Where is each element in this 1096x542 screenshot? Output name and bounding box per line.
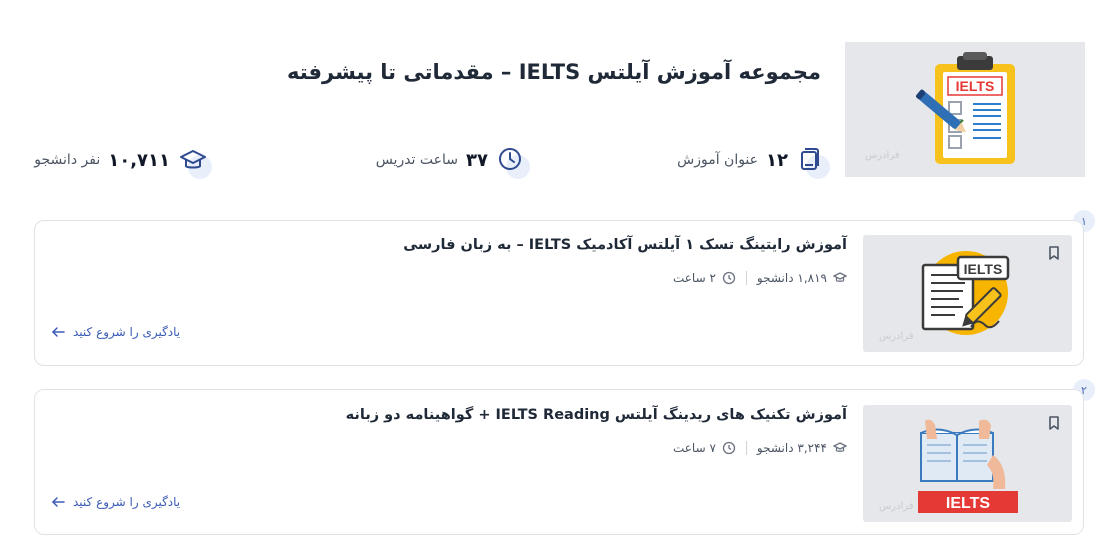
graduation-cap-icon	[833, 442, 847, 452]
collection-thumbnail[interactable]: فرادرس IELTS	[845, 42, 1085, 177]
start-learning-label: یادگیری را شروع کنید	[73, 325, 181, 339]
svg-text:IELTS: IELTS	[964, 261, 1003, 277]
course-title[interactable]: آموزش تکنیک های ریدینگ آیلتس IELTS Readi…	[346, 407, 847, 423]
stat-teaching-hours: ۳۷ ساعت تدریس	[375, 144, 530, 179]
stat-value: ۱۲	[766, 149, 788, 171]
course-duration: ۷ ساعت	[672, 441, 716, 455]
course-students: ۳,۲۴۴ دانشجو	[756, 441, 827, 455]
arrow-left-icon	[51, 497, 65, 507]
svg-text:IELTS: IELTS	[946, 495, 990, 512]
graduation-cap-icon	[833, 272, 847, 282]
course-duration: ۲ ساعت	[672, 271, 716, 285]
course-thumbnail[interactable]: فرادرس IELTS	[863, 235, 1072, 352]
stat-course-count: ۱۲ عنوان آموزش	[677, 144, 830, 179]
clock-icon	[496, 145, 530, 179]
page-title: مجموعه آموزش آیلتس IELTS – مقدماتی تا پی…	[287, 60, 821, 84]
stat-label: نفر دانشجو	[34, 152, 101, 168]
course-thumbnail[interactable]: فرادرس IELTS	[863, 405, 1072, 522]
book-stack-icon	[796, 145, 830, 179]
course-meta: ۳,۲۴۴ دانشجو ۷ ساعت	[673, 441, 847, 455]
stat-label: ساعت تدریس	[375, 152, 459, 168]
course-card[interactable]: فرادرس IELTS آموزش تکنیک های ریدینگ آیلت…	[34, 389, 1084, 535]
start-learning-label: یادگیری را شروع کنید	[73, 495, 181, 509]
bookmark-icon[interactable]	[1045, 414, 1063, 432]
clock-icon	[722, 441, 736, 455]
svg-text:IELTS: IELTS	[956, 78, 995, 94]
course-title[interactable]: آموزش رایتینگ تسک ۱ آیلتس آکادمیک IELTS …	[403, 237, 847, 253]
stat-student-count: ۱۰,۷۱۱ نفر دانشجو	[34, 144, 212, 179]
graduation-cap-icon	[178, 145, 212, 179]
start-learning-link[interactable]: یادگیری را شروع کنید	[51, 325, 180, 339]
course-students: ۱,۸۱۹ دانشجو	[756, 271, 827, 285]
thumbnail-watermark: فرادرس	[879, 331, 914, 342]
bookmark-icon[interactable]	[1045, 244, 1063, 262]
thumbnail-watermark: فرادرس	[879, 501, 914, 512]
start-learning-link[interactable]: یادگیری را شروع کنید	[51, 495, 180, 509]
course-meta: ۱,۸۱۹ دانشجو ۲ ساعت	[673, 271, 847, 285]
thumbnail-watermark: فرادرس	[865, 150, 900, 161]
arrow-left-icon	[51, 327, 65, 337]
stat-value: ۱۰,۷۱۱	[108, 149, 170, 171]
stat-label: عنوان آموزش	[677, 152, 759, 168]
course-card[interactable]: فرادرس IELTS آموزش رایتینگ تسک ۱ آیلتس آ…	[34, 220, 1084, 366]
stat-value: ۳۷	[466, 149, 488, 171]
clock-icon	[722, 271, 736, 285]
